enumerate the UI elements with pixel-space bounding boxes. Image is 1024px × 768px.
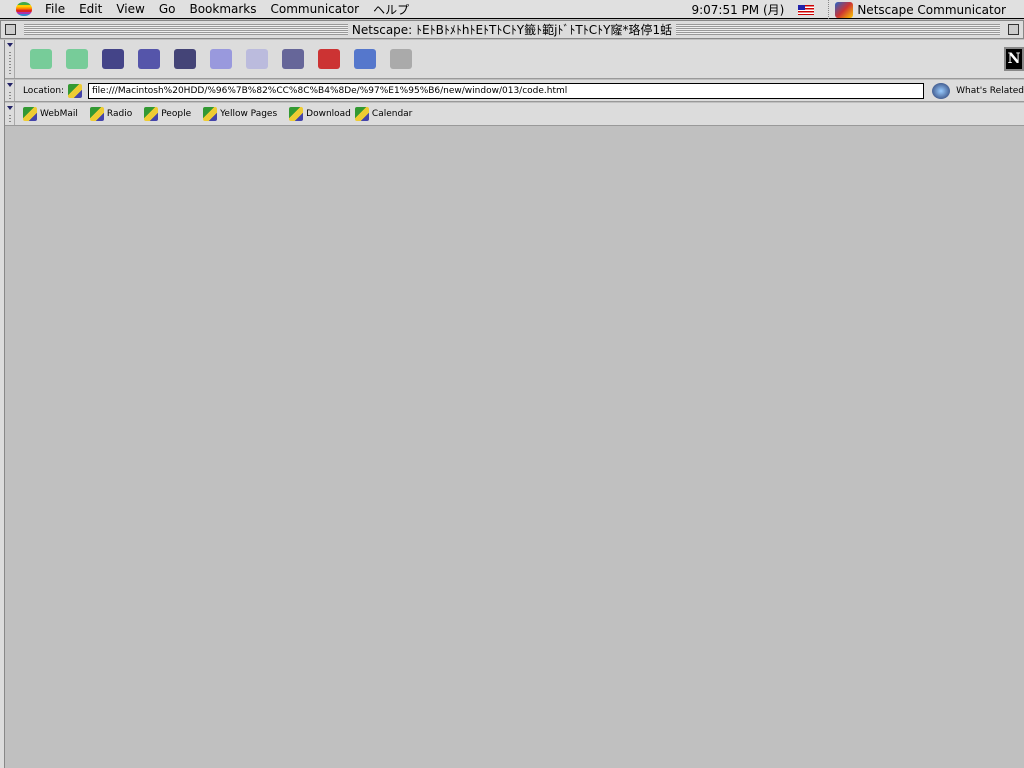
bookmark-label: Radio <box>106 109 133 119</box>
shop-icon <box>354 49 376 69</box>
bookmark-label: Calendar <box>371 109 413 119</box>
menu-file[interactable]: File <box>38 2 72 16</box>
whats-related-button[interactable]: What's Related <box>956 86 1024 96</box>
my-netscape-icon <box>210 49 232 69</box>
bookmark-label: Yellow Pages <box>220 109 278 119</box>
personal-toolbar: WebMail Radio People Yellow Pages Downlo… <box>5 103 1024 126</box>
location-input[interactable] <box>87 82 925 99</box>
home-icon <box>138 49 160 69</box>
title-stripes <box>676 24 1000 35</box>
bookmark-download[interactable]: Download <box>289 107 351 121</box>
back-icon <box>30 49 52 69</box>
netscape-logo[interactable]: N <box>1004 47 1024 71</box>
toolbar-collapse-grip[interactable] <box>5 40 15 78</box>
bookmark-icon <box>289 107 304 121</box>
print-icon <box>282 49 304 69</box>
bookmark-icon <box>89 107 104 121</box>
application-menu[interactable]: Netscape Communicator <box>828 0 1024 19</box>
reload-button[interactable] <box>95 44 131 74</box>
bookmark-yellow-pages[interactable]: Yellow Pages <box>203 107 277 121</box>
location-toolbar: Location: What's Related <box>5 80 1024 102</box>
bookmark-radio[interactable]: Radio <box>89 107 133 121</box>
clock[interactable]: 9:07:51 PM (月) <box>691 1 784 18</box>
bookmark-label: Download <box>306 109 351 119</box>
menu-edit[interactable]: Edit <box>72 2 109 16</box>
bookmark-people[interactable]: People <box>144 107 191 121</box>
bookmark-icon <box>203 107 218 121</box>
images-button[interactable] <box>239 44 275 74</box>
bookmark-label: WebMail <box>40 109 78 119</box>
shop-button[interactable] <box>347 44 383 74</box>
whats-related-icon[interactable] <box>932 82 951 99</box>
keyboard-flag-icon[interactable] <box>798 4 815 15</box>
reload-icon <box>102 49 124 69</box>
toolbar-collapse-grip[interactable] <box>5 80 15 101</box>
toolbar-collapse-grip[interactable] <box>5 103 15 125</box>
stop-button[interactable] <box>383 44 419 74</box>
menu-view[interactable]: View <box>109 2 151 16</box>
search-button[interactable] <box>167 44 203 74</box>
forward-icon <box>66 49 88 69</box>
title-stripes <box>24 24 348 35</box>
page-proxy-icon[interactable] <box>68 83 82 98</box>
bookmark-icon <box>23 107 37 121</box>
forward-button[interactable] <box>59 44 95 74</box>
print-button[interactable] <box>275 44 311 74</box>
bookmark-icon <box>144 107 159 121</box>
zoom-box[interactable] <box>1008 24 1019 35</box>
stop-icon <box>390 49 412 69</box>
bookmark-calendar[interactable]: Calendar <box>354 107 413 121</box>
home-button[interactable] <box>131 44 167 74</box>
security-icon <box>318 49 340 69</box>
window-title: Netscape: ﾄEﾄBﾄﾒﾄhﾄEﾄTﾄCﾄY籤ﾄ範jﾄﾞﾄTﾄCﾄY窿*… <box>351 23 673 37</box>
netscape-app-icon <box>835 1 854 18</box>
menu-bookmarks[interactable]: Bookmarks <box>182 2 263 16</box>
window-title-bar[interactable]: Netscape: ﾄEﾄBﾄﾒﾄhﾄEﾄTﾄCﾄY籤ﾄ範jﾄﾞﾄTﾄCﾄY窿*… <box>0 20 1024 39</box>
menu-communicator[interactable]: Communicator <box>264 2 367 16</box>
images-icon <box>246 49 268 69</box>
menu-help[interactable]: ヘルプ <box>366 1 416 18</box>
menu-bar: File Edit View Go Bookmarks Communicator… <box>0 0 1024 19</box>
menu-go[interactable]: Go <box>152 2 183 16</box>
back-button[interactable] <box>23 44 59 74</box>
page-content[interactable] <box>5 127 1024 768</box>
app-name: Netscape Communicator <box>857 2 1006 17</box>
bookmark-icon <box>354 107 369 121</box>
bookmark-label: People <box>161 109 192 119</box>
security-button[interactable] <box>311 44 347 74</box>
search-icon <box>174 49 196 69</box>
close-box[interactable] <box>5 24 16 35</box>
navigation-toolbar: N <box>5 40 1024 79</box>
location-label: Location: <box>22 85 65 96</box>
bookmark-webmail[interactable]: WebMail <box>23 107 78 121</box>
apple-menu-icon[interactable] <box>16 2 32 16</box>
my-netscape-button[interactable] <box>203 44 239 74</box>
